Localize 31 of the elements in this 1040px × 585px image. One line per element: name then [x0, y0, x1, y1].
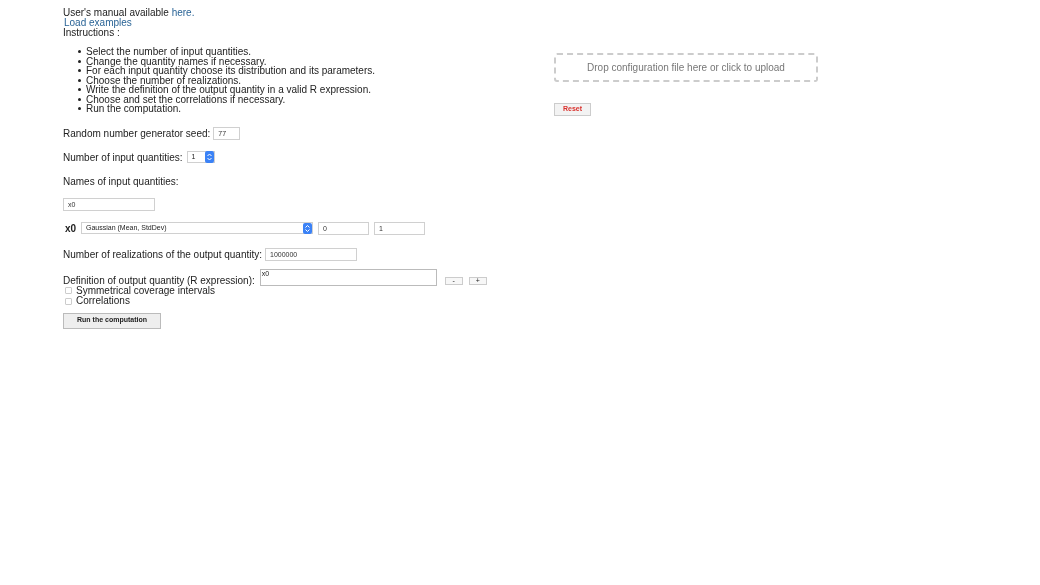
bullet-icon: [78, 69, 81, 73]
instruction-item: Choose and set the correlations if necessary.: [86, 94, 286, 104]
instruction-item: Choose the number of realizations.: [86, 75, 242, 85]
option-label: Correlations: [76, 296, 130, 307]
stepper-icon: [204, 151, 214, 163]
upload-dropzone[interactable]: Drop configuration file here or click to upload: [554, 53, 818, 82]
instruction-item: Write the definition of the output quantity in a valid R expression.: [86, 85, 371, 95]
stepper-icon: [303, 222, 312, 234]
bullet-icon: [78, 88, 81, 92]
checkbox[interactable]: [65, 287, 72, 295]
seed-label: Random number generator seed:: [63, 126, 211, 141]
realizations-label: Number of realizations of the output quantity:: [63, 247, 262, 262]
bullet-icon: [78, 50, 81, 54]
names-label: Names of input quantities:: [63, 174, 179, 189]
quantity-name: x0: [65, 221, 77, 236]
instruction-item: Run the computation.: [86, 104, 182, 114]
manual-text: User's manual available: [63, 7, 170, 18]
option-label: Symmetrical coverage intervals: [76, 285, 215, 296]
instructions-label: Instructions :: [63, 28, 120, 38]
load-examples-link[interactable]: Load examples: [64, 18, 132, 28]
bullet-icon: [78, 78, 81, 82]
definition-label: Definition of output quantity (R expression):: [63, 274, 255, 286]
checkbox[interactable]: [65, 297, 72, 305]
bullet-icon: [78, 107, 81, 111]
input-count-label: Number of input quantities:: [63, 150, 183, 165]
bullet-icon: [78, 97, 81, 101]
manual-link[interactable]: here.: [171, 7, 195, 18]
instruction-item: Select the number of input quantities.: [86, 47, 252, 57]
bullet-icon: [78, 59, 81, 63]
instruction-item: For each input quantity choose its distribution and its parameters.: [86, 66, 376, 76]
instruction-item: Change the quantity names if necessary.: [86, 56, 267, 66]
